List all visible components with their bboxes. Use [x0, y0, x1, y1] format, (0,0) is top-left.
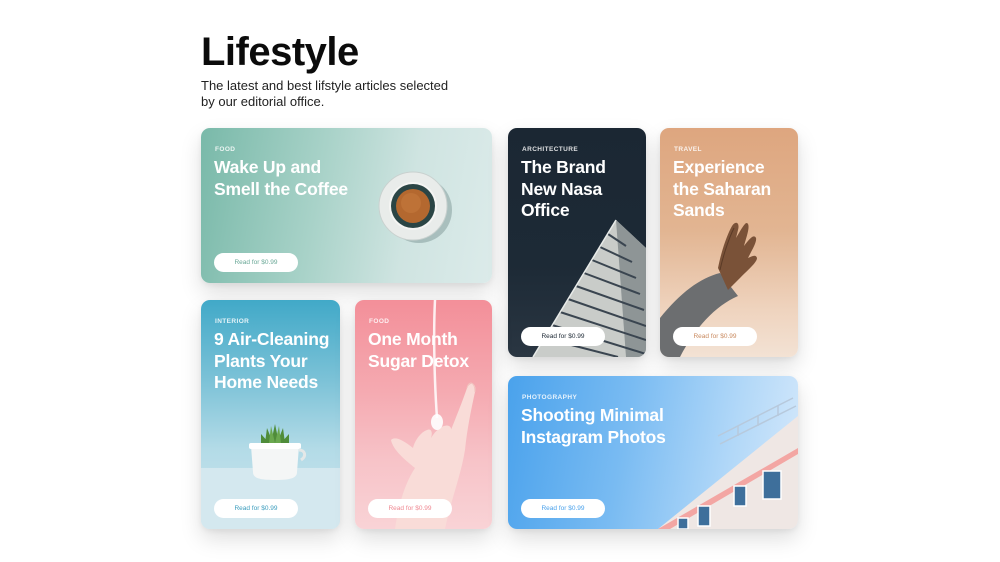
- article-card-sahara[interactable]: TRAVEL Experience the Saharan Sands Read…: [660, 128, 798, 357]
- card-category: INTERIOR: [215, 318, 250, 325]
- card-category: FOOD: [215, 146, 236, 153]
- article-card-coffee[interactable]: FOOD Wake Up and Smell the Coffee Read f…: [201, 128, 492, 283]
- read-button[interactable]: Read for $0.99: [521, 499, 605, 518]
- article-card-plants[interactable]: INTERIOR 9 Air-Cleaning Plants Your Home…: [201, 300, 340, 529]
- read-button[interactable]: Read for $0.99: [214, 253, 298, 272]
- article-card-photo[interactable]: PHOTOGRAPHY Shooting Minimal Instagram P…: [508, 376, 798, 529]
- article-card-sugar[interactable]: FOOD One Month Sugar Detox Read for $0.9…: [355, 300, 492, 529]
- card-title: One Month Sugar Detox: [368, 329, 469, 371]
- article-card-nasa[interactable]: ARCHITECTURE The Brand New Nasa Office R…: [508, 128, 646, 357]
- card-title: Wake Up and Smell the Coffee: [214, 157, 348, 199]
- card-title: 9 Air-Cleaning Plants Your Home Needs: [214, 329, 330, 392]
- read-button[interactable]: Read for $0.99: [214, 499, 298, 518]
- page-header: Lifestyle The latest and best lifstyle a…: [201, 30, 501, 110]
- card-title: Shooting Minimal Instagram Photos: [521, 405, 666, 447]
- card-category: ARCHITECTURE: [522, 146, 579, 153]
- card-category: TRAVEL: [674, 146, 702, 153]
- page-title: Lifestyle: [201, 30, 359, 74]
- read-button[interactable]: Read for $0.99: [521, 327, 605, 346]
- read-button[interactable]: Read for $0.99: [673, 327, 757, 346]
- read-button[interactable]: Read for $0.99: [368, 499, 452, 518]
- card-category: FOOD: [369, 318, 390, 325]
- card-title: The Brand New Nasa Office: [521, 157, 606, 220]
- card-title: Experience the Saharan Sands: [673, 157, 771, 220]
- card-category: PHOTOGRAPHY: [522, 394, 578, 401]
- page-subtitle: The latest and best lifstyle articles se…: [201, 78, 449, 109]
